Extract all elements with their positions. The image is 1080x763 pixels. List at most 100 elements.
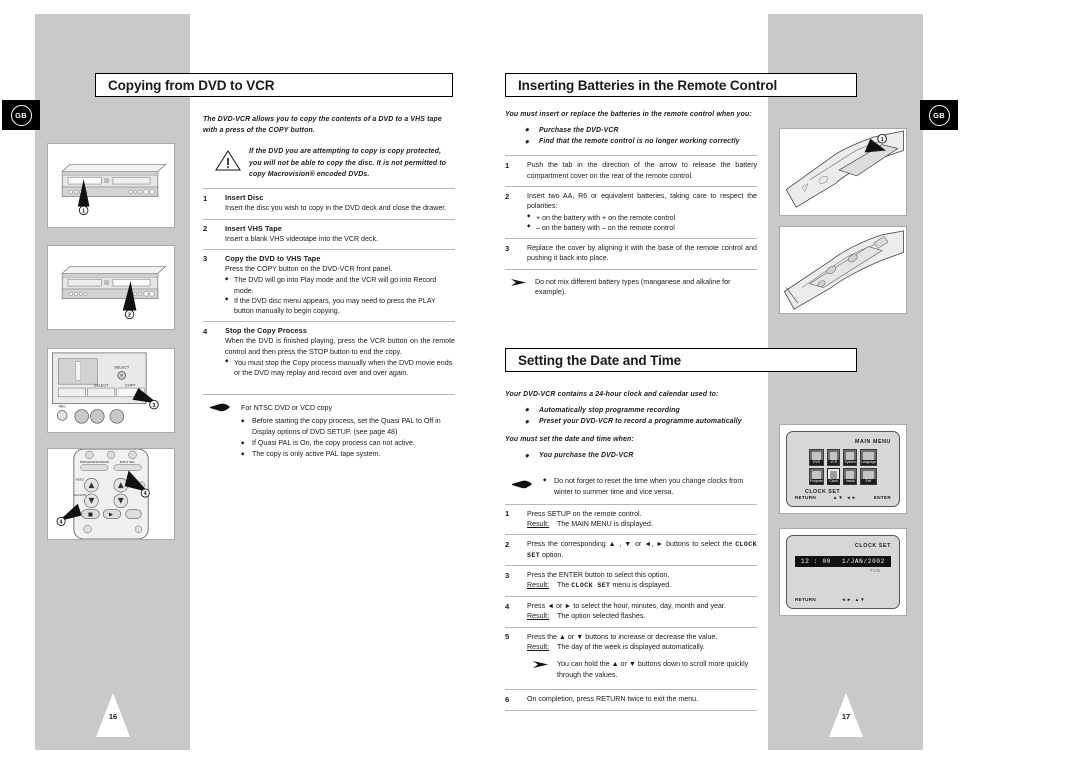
datetime-reset-bullets: Do not forget to reset the time when you… [543,476,757,498]
svg-text:4: 4 [144,491,147,497]
osd-footer-nav: ▲▼ ◄► [832,495,858,500]
step-text: Press the ENTER button to select this op… [527,571,670,580]
step-bullet: + on the battery with + on the remote co… [527,213,757,223]
osd-icon-program[interactable]: Program [809,468,824,485]
step-number: 1 [505,160,510,170]
osd-icon-install[interactable]: Install [843,468,858,485]
result-text: The MAIN MENU is displayed. [557,519,653,528]
step-item: 1 Push the tab in the direction of the a… [505,155,757,186]
osd-icon-label: Exit [861,479,876,484]
right-page-gray-band [768,14,923,750]
step-number: 3 [505,243,510,253]
remote-battery-cover-illustration: 1 [785,130,904,208]
copying-steps: 1 Insert Disc Insert the disc you wish t… [203,188,455,383]
osd-footer-return[interactable]: RETURN [795,597,816,602]
osd-footer-return[interactable]: RETURN [795,495,816,500]
remote-battery-compartment-illustration [783,230,904,310]
osd-icon-vcr[interactable]: VCR [826,449,841,466]
step-heading: Insert Disc [225,193,264,203]
osd-clock-set-title: CLOCK SET [854,543,891,549]
step-text: Press ◄ or ► to select the hour, minutes… [527,602,726,611]
datetime-reset-bullet: Do not forget to reset the time when you… [543,476,757,498]
ntsc-copy-bullets: Before starting the copy process, set th… [241,416,455,460]
batteries-intro-bullet: Purchase the DVD-VCR [505,125,757,136]
section-title-copying: Copying from DVD to VCR [95,73,453,97]
step-text: Press SETUP on the remote control. [527,509,642,518]
datetime-steps: 1 Press SETUP on the remote control. Res… [505,503,757,711]
step-number: 6 [505,694,510,704]
osd-clock-date: 1/JAN/2002 [841,558,885,565]
dvd-vcr-front-illustration: 2 [61,266,167,320]
step-text: Insert a blank VHS videotape into the VC… [225,234,378,243]
section-divider [505,268,757,270]
datetime-reset-note: Do not forget to reset the time when you… [505,472,757,498]
section-divider [505,709,757,711]
svg-text:REC: REC [58,405,66,409]
svg-text:PROGRAM/RANDOM: PROGRAM/RANDOM [80,460,109,464]
osd-clock-row[interactable]: 12 : 00 1/JAN/2002 [795,556,891,567]
osd-clock-set: CLOCK SET 12 : 00 1/JAN/2002 TUE RETURN … [786,535,900,609]
section-title-batteries: Inserting Batteries in the Remote Contro… [505,73,857,97]
datetime-intro2-bullets: You purchase the DVD-VCR [505,450,757,461]
figure-dvd-vcr-vhs-slot: 2 [47,245,175,330]
svg-text:1: 1 [881,137,884,143]
svg-text:VIDEO: VIDEO [75,477,83,481]
step-text: Insert two AA, R6 or equivalent batterie… [527,192,757,211]
step-number: 3 [505,570,510,580]
svg-text:SELECT: SELECT [94,384,109,388]
step-number: 1 [203,193,208,203]
step-item: 1 Press SETUP on the remote control. Res… [505,503,757,535]
step-item: 3 Replace the cover by aligning it with … [505,238,757,269]
osd-icon-exit[interactable]: Exit [860,468,877,485]
result-label: Result: [527,519,550,528]
osd-icon-clock[interactable]: Clock [826,468,841,485]
figure-clock-set-screen: CLOCK SET 12 : 00 1/JAN/2002 TUE RETURN … [779,528,907,616]
battery-mix-tip-text: Do not mix different battery types (mang… [535,277,731,297]
left-page-text-column: The DVD-VCR allows you to copy the conte… [203,115,455,460]
page-number-text: 17 [841,712,851,721]
svg-text:INPUT SEL.: INPUT SEL. [120,460,136,464]
figure-dvd-vcr-disc-slot: 1 [47,143,175,228]
step-text-post: option. [540,550,564,559]
remote-control-illustration: PROGRAM/RANDOM INPUT SEL. VIDEO CH/CH/TR… [56,449,150,539]
osd-clock-time: 12 : 00 [801,558,832,565]
step-result: Result: The day of the week is displayed … [527,642,757,652]
osd-main-menu: MAIN MENU DVD VCR System Language Progra… [786,431,900,507]
step-item: 3 Copy the DVD to VHS Tape Press the COP… [203,248,455,321]
scroll-hold-tip: You can hold the ▲ or ▼ buttons down to … [527,659,757,680]
step-bullet: If the DVD disc menu appears, you may ne… [225,296,455,317]
osd-icon-dvd[interactable]: DVD [809,449,824,466]
osd-icon-label: Install [844,479,857,484]
manual-page-spread: GB GB Copying from DVD to VCR Inserting … [0,0,1080,763]
language-badge-left: GB [2,100,40,130]
arrow-tip-icon [533,661,548,669]
copy-protection-warning-text: If the DVD you are attempting to copy is… [249,148,447,178]
language-badge-text: GB [10,104,32,126]
step-heading: Insert VHS Tape [225,223,282,233]
step-keyword: CLOCK SET [571,582,611,590]
result-label: Result: [527,612,550,621]
step-bullets: + on the battery with + on the remote co… [527,213,757,234]
svg-text:4: 4 [60,520,63,526]
step-bullet: The DVD will go into Play mode and the V… [225,275,455,296]
datetime-intro-bullets: Automatically stop programme recording P… [505,405,757,428]
ntsc-copy-bullet: Before starting the copy process, set th… [241,416,455,438]
svg-text:CH/CH/TR: CH/CH/TR [73,493,86,497]
step-text: Press the corresponding ▲ , ▼ or ◄, ► bu… [527,539,757,560]
datetime-intro2-bullet: You purchase the DVD-VCR [505,450,757,461]
osd-icon-system[interactable]: System [843,449,858,466]
step-bullet: You must stop the Copy process manually … [225,358,455,379]
osd-icon-language[interactable]: Language [860,449,877,466]
page-number-text: 16 [108,712,118,721]
svg-text:COPY: COPY [125,384,136,388]
right-page-batteries-column: You must insert or replace the batteries… [505,110,757,302]
step-result: Result: The MAIN MENU is displayed. [527,519,757,529]
svg-text:1: 1 [82,209,85,215]
osd-icon-label: System [844,460,857,465]
datetime-intro-bullet: Automatically stop programme recording [505,405,757,416]
arrow-tip-icon [511,278,526,286]
osd-footer-enter[interactable]: ENTER [874,495,891,500]
result-pre: The [557,581,572,590]
step-text-pre: Press the corresponding ▲ , ▼ or ◄, ► bu… [527,540,736,549]
step-item: 2 Insert VHS Tape Insert a blank VHS vid… [203,218,455,249]
